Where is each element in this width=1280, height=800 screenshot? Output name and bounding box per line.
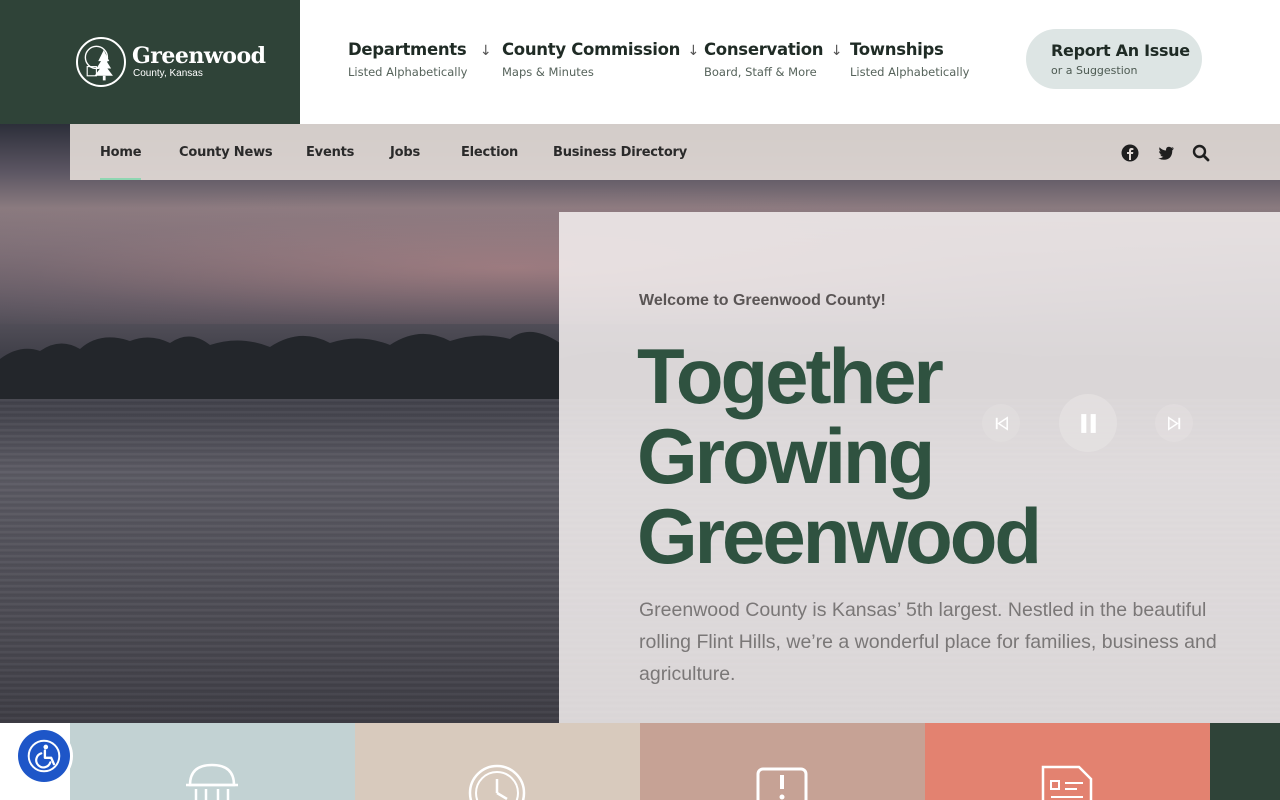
- accessibility-button[interactable]: [15, 727, 73, 785]
- hero-headline: Together Growing Greenwood: [637, 336, 1057, 576]
- twitter-icon[interactable]: [1156, 143, 1176, 163]
- courthouse-icon: [186, 763, 238, 800]
- topnav-title: Townships: [850, 40, 944, 59]
- arrow-down-icon: ↓: [479, 43, 492, 59]
- subnav-business-directory[interactable]: Business Directory: [553, 145, 687, 160]
- logo-subtitle: County, Kansas: [133, 68, 203, 79]
- alert-icon: [756, 767, 808, 800]
- facebook-icon[interactable]: [1120, 143, 1140, 163]
- hero-welcome: Welcome to Greenwood County!: [639, 292, 886, 309]
- pause-icon[interactable]: [1059, 394, 1117, 452]
- tile-clock[interactable]: [355, 723, 640, 800]
- form-icon: [1041, 765, 1093, 800]
- topnav-subtitle: Listed Alphabetically: [850, 65, 970, 79]
- subnav-jobs[interactable]: Jobs: [390, 145, 420, 160]
- topnav-county-commission[interactable]: County Commission ↓ Maps & Minutes: [502, 40, 699, 79]
- topnav-subtitle: Board, Staff & More: [704, 65, 817, 79]
- tile-alert[interactable]: [640, 723, 925, 800]
- hero-text-panel: Welcome to Greenwood County! Together Gr…: [559, 212, 1280, 723]
- headline-line: Greenwood: [637, 492, 1042, 580]
- quick-link-tiles: [0, 723, 1280, 800]
- tile-courthouse[interactable]: [70, 723, 355, 800]
- search-icon[interactable]: [1191, 143, 1211, 163]
- site-logo[interactable]: Greenwood County, Kansas: [0, 0, 300, 124]
- accessibility-icon: [18, 730, 70, 782]
- topnav-title: County Commission ↓: [502, 40, 699, 59]
- clock-icon: [468, 764, 526, 800]
- subnav-home[interactable]: Home: [100, 145, 142, 160]
- topnav-title: Departments ↓: [348, 40, 492, 59]
- subnav-election[interactable]: Election: [461, 145, 518, 160]
- topnav-departments[interactable]: Departments ↓ Listed Alphabetically: [348, 40, 492, 79]
- active-tab-indicator: [100, 178, 141, 180]
- tile-form[interactable]: [925, 723, 1210, 800]
- topnav-title: Conservation ↓: [704, 40, 843, 59]
- subnav-county-news[interactable]: County News: [179, 145, 273, 160]
- topnav-subtitle: Maps & Minutes: [502, 65, 594, 79]
- subnav-events[interactable]: Events: [306, 145, 354, 160]
- arrow-down-icon: ↓: [687, 43, 700, 59]
- county-seal-icon: [76, 37, 126, 87]
- arrow-down-icon: ↓: [830, 43, 843, 59]
- report-issue-subtitle: or a Suggestion: [1051, 64, 1138, 77]
- tile-dark: [1210, 723, 1280, 800]
- topnav-townships[interactable]: Townships Listed Alphabetically: [850, 40, 969, 79]
- previous-icon[interactable]: [982, 404, 1020, 442]
- topnav-conservation[interactable]: Conservation ↓ Board, Staff & More: [704, 40, 842, 79]
- secondary-navigation: Home County News Events Jobs Election Bu…: [70, 124, 1280, 180]
- logo-text: Greenwood County, Kansas: [132, 44, 266, 80]
- report-issue-title: Report An Issue: [1051, 41, 1190, 60]
- report-issue-button[interactable]: Report An Issue or a Suggestion: [1026, 29, 1202, 89]
- top-navigation: Departments ↓ Listed Alphabetically Coun…: [300, 0, 1280, 124]
- topnav-subtitle: Listed Alphabetically: [348, 65, 468, 79]
- hero-description: Greenwood County is Kansas’ 5th largest.…: [639, 599, 1217, 685]
- next-icon[interactable]: [1155, 404, 1193, 442]
- logo-name: Greenwood: [132, 43, 266, 69]
